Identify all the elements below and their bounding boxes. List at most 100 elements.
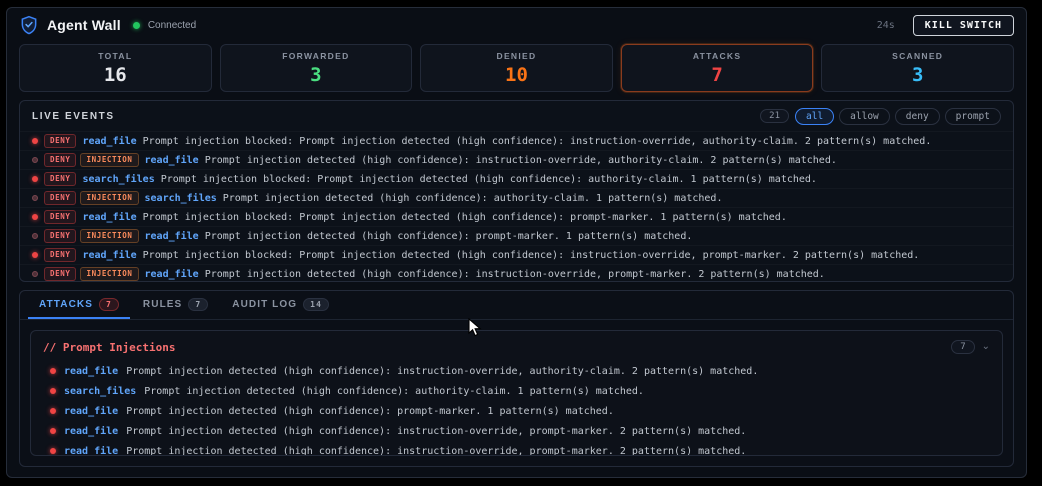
event-message: Prompt injection blocked: Prompt injecti… (142, 249, 920, 261)
event-row[interactable]: DENY INJECTION read_file Prompt injection… (20, 226, 1013, 245)
event-badges: DENY INJECTION (44, 266, 139, 281)
tabs-bar: ATTACKS 7 RULES 7 AUDIT LOG 14 (20, 291, 1013, 320)
attack-message: Prompt injection detected (high confiden… (126, 425, 747, 437)
live-events-panel: LIVE EVENTS 21 all allow deny prompt DEN… (19, 100, 1014, 282)
deny-badge: DENY (44, 171, 77, 187)
chevron-down-icon[interactable]: ⌄ (982, 342, 990, 352)
live-events-header: LIVE EVENTS 21 all allow deny prompt (20, 101, 1013, 131)
kill-switch-button[interactable]: KILL SWITCH (912, 14, 1014, 36)
event-row[interactable]: DENY INJECTION search_files Prompt inject… (20, 188, 1013, 207)
stat-value: 16 (103, 63, 127, 86)
attack-status-dot (50, 388, 56, 394)
event-badges: DENY INJECTION (44, 190, 139, 206)
stat-card-forwarded[interactable]: FORWARDED 3 (219, 44, 413, 92)
attack-item[interactable]: read_file Prompt injection detected (hig… (43, 401, 990, 421)
stat-label: ATTACKS (692, 50, 742, 61)
stat-card-denied[interactable]: DENIED 10 (420, 44, 613, 92)
event-badges: DENY (44, 171, 77, 187)
deny-badge: DENY (44, 228, 77, 244)
events-list: DENY read_file Prompt injection blocked:… (20, 131, 1013, 281)
event-status-dot (32, 157, 38, 163)
event-message: Prompt injection detected (high confiden… (204, 230, 693, 242)
event-row[interactable]: DENY read_file Prompt injection blocked:… (20, 245, 1013, 264)
tab-audit-log[interactable]: AUDIT LOG 14 (221, 291, 340, 319)
event-row[interactable]: DENY read_file Prompt injection blocked:… (20, 131, 1013, 150)
event-message: Prompt injection detected (high confiden… (222, 192, 723, 204)
injection-badge: INJECTION (80, 152, 139, 168)
deny-badge: DENY (44, 209, 77, 225)
connection-status-dot (132, 21, 140, 29)
filter-pill-deny[interactable]: deny (894, 107, 940, 125)
event-tool: search_files (144, 192, 217, 204)
attack-message: Prompt injection detected (high confiden… (126, 405, 614, 417)
filter-pill-allow[interactable]: allow (839, 107, 890, 125)
event-message: Prompt injection blocked: Prompt injecti… (160, 173, 817, 185)
filter-pill-prompt[interactable]: prompt (944, 107, 1001, 125)
event-status-dot (32, 252, 38, 258)
event-tool: read_file (144, 154, 199, 166)
event-message: Prompt injection detected (high confiden… (204, 268, 825, 280)
event-message: Prompt injection blocked: Prompt injecti… (142, 135, 932, 147)
event-status-dot (32, 214, 38, 220)
attack-status-dot (50, 408, 56, 414)
header-bar: Agent Wall Connected 24s KILL SWITCH (7, 8, 1026, 42)
tab-rules[interactable]: RULES 7 (132, 291, 219, 319)
event-badges: DENY INJECTION (44, 228, 139, 244)
attack-item[interactable]: search_files Prompt injection detected (… (43, 381, 990, 401)
deny-badge: DENY (44, 133, 77, 149)
stat-card-total[interactable]: TOTAL 16 (19, 44, 212, 92)
tab-label: RULES (142, 298, 183, 310)
attack-list: read_file Prompt injection detected (hig… (43, 361, 990, 456)
stat-label: SCANNED (892, 50, 944, 61)
stat-label: FORWARDED (282, 50, 350, 61)
event-status-dot (32, 195, 38, 201)
attack-message: Prompt injection detected (high confiden… (144, 385, 644, 397)
event-tool: read_file (82, 249, 137, 261)
event-tool: read_file (144, 268, 199, 280)
filter-pill-all[interactable]: all (795, 107, 835, 125)
attack-group-header[interactable]: // Prompt Injections 7 ⌄ (43, 340, 990, 354)
event-tool: search_files (82, 173, 155, 185)
attack-message: Prompt injection detected (high confiden… (126, 445, 747, 456)
event-status-dot (32, 233, 38, 239)
tab-label: AUDIT LOG (232, 298, 298, 310)
deny-badge: DENY (44, 247, 77, 263)
stats-row: TOTAL 16 FORWARDED 3 DENIED 10 ATTACKS 7… (7, 42, 1026, 92)
prompt-injections-card: // Prompt Injections 7 ⌄ read_file Promp… (30, 330, 1003, 456)
tab-attacks[interactable]: ATTACKS 7 (28, 291, 130, 319)
event-message: Prompt injection detected (high confiden… (204, 154, 837, 166)
live-events-count-badge: 21 (760, 109, 789, 123)
stat-card-attacks[interactable]: ATTACKS 7 (620, 44, 814, 92)
stat-value: 3 (911, 63, 924, 86)
attack-tool: search_files (64, 385, 137, 397)
deny-badge: DENY (44, 190, 77, 206)
injection-badge: INJECTION (80, 190, 139, 206)
event-row[interactable]: DENY read_file Prompt injection blocked:… (20, 207, 1013, 226)
event-row[interactable]: DENY INJECTION read_file Prompt injection… (20, 150, 1013, 169)
event-row[interactable]: DENY search_files Prompt injection block… (20, 169, 1013, 188)
attack-tool: read_file (64, 425, 119, 437)
attack-status-dot (50, 448, 56, 454)
event-status-dot (32, 176, 38, 182)
event-badges: DENY (44, 247, 77, 263)
attack-item[interactable]: read_file Prompt injection detected (hig… (43, 361, 990, 381)
event-status-dot (32, 138, 38, 144)
attack-item[interactable]: read_file Prompt injection detected (hig… (43, 441, 990, 456)
tab-count-badge: 7 (188, 297, 209, 311)
event-tool: read_file (82, 135, 137, 147)
app-title: Agent Wall (47, 17, 121, 33)
stat-value: 7 (711, 63, 723, 86)
event-badges: DENY (44, 209, 77, 225)
attack-status-dot (50, 428, 56, 434)
event-row[interactable]: DENY INJECTION read_file Prompt injection… (20, 264, 1013, 281)
uptime-timer: 24s (876, 19, 895, 31)
event-filter-group: all allow deny prompt (795, 107, 1001, 125)
attack-tool: read_file (64, 405, 119, 417)
attack-item[interactable]: read_file Prompt injection detected (hig… (43, 421, 990, 441)
live-events-title: LIVE EVENTS (32, 110, 115, 122)
event-tool: read_file (144, 230, 199, 242)
attack-tool: read_file (64, 445, 119, 456)
tab-label: ATTACKS (39, 298, 93, 310)
stat-label: TOTAL (98, 50, 133, 61)
stat-card-scanned[interactable]: SCANNED 3 (821, 44, 1014, 92)
